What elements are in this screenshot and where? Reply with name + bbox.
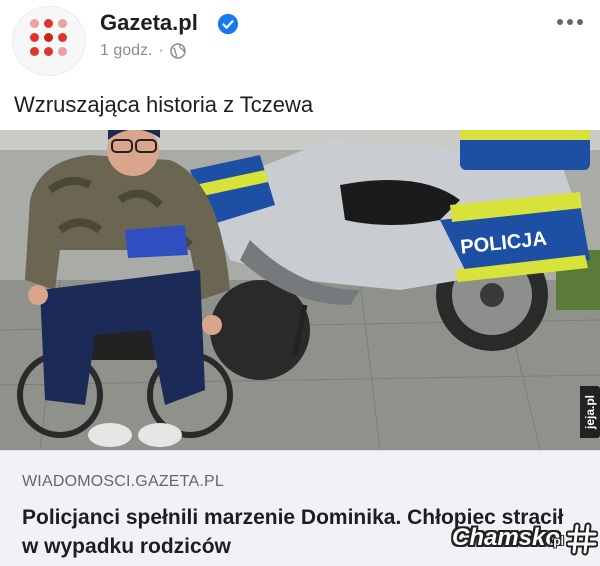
meta-separator: · bbox=[158, 42, 164, 59]
post-caption: Wzruszająca historia z Tczewa bbox=[14, 92, 314, 117]
watermark-name: Chamsko bbox=[452, 524, 561, 551]
post-meta: 1 godz. · bbox=[100, 42, 186, 60]
post-header: Gazeta.pl 1 godz. · bbox=[0, 0, 600, 80]
jeja-watermark: jeja.pl bbox=[580, 386, 600, 438]
logo-dot bbox=[30, 19, 39, 28]
logo-dot bbox=[58, 19, 67, 28]
post-photo[interactable]: POLICJA jeja.pl bbox=[0, 130, 600, 450]
page-avatar[interactable] bbox=[12, 6, 86, 76]
logo-dot bbox=[44, 47, 53, 56]
page-name[interactable]: Gazeta.pl bbox=[100, 10, 198, 36]
post-time[interactable]: 1 godz. bbox=[100, 42, 152, 60]
logo-dot bbox=[30, 47, 39, 56]
logo-dot bbox=[30, 33, 39, 42]
photo-scene: POLICJA bbox=[0, 130, 600, 450]
logo-dot bbox=[44, 33, 53, 42]
hash-logo-icon bbox=[566, 522, 598, 556]
more-options-icon[interactable] bbox=[554, 12, 586, 32]
globe-icon bbox=[170, 43, 186, 59]
watermark-suffix: .pl bbox=[550, 534, 564, 548]
logo-dot bbox=[44, 19, 53, 28]
verified-badge-icon bbox=[217, 13, 239, 35]
logo-dot bbox=[58, 47, 67, 56]
logo-dot bbox=[58, 33, 67, 42]
link-domain: WIADOMOSCI.GAZETA.PL bbox=[22, 473, 224, 490]
chamsko-watermark: Chamsko .pl bbox=[452, 522, 600, 558]
